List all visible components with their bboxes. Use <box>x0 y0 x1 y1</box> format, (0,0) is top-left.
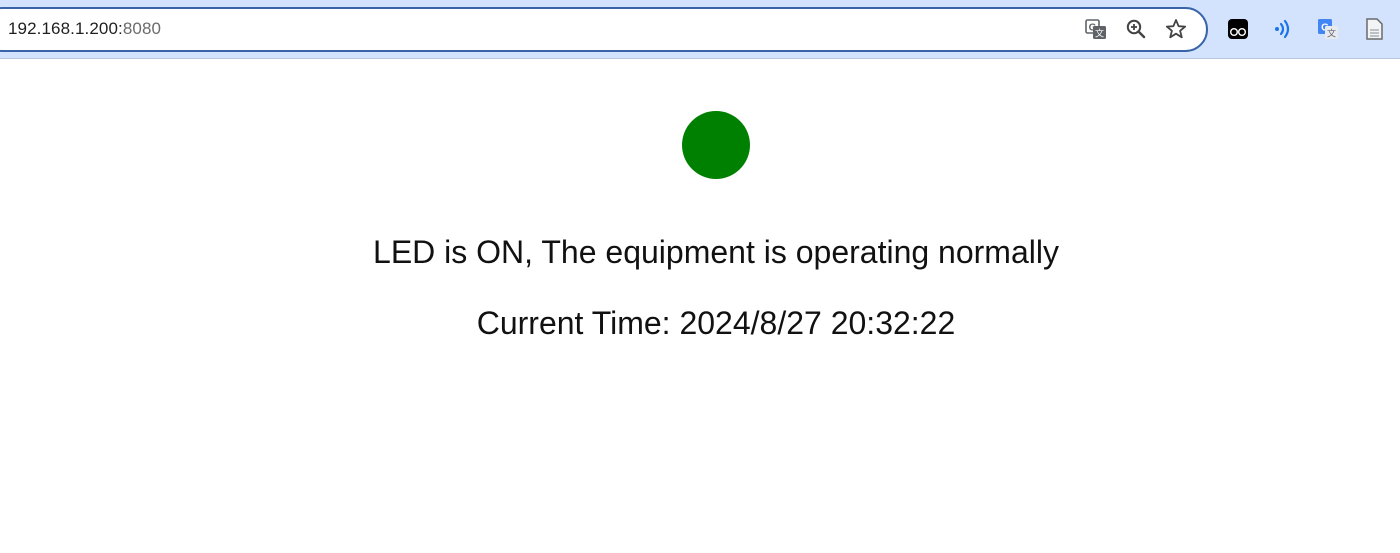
svg-text:文: 文 <box>1327 28 1336 39</box>
read-aloud-icon[interactable] <box>1271 17 1295 41</box>
svg-text:文: 文 <box>1095 28 1104 39</box>
bookmark-star-icon[interactable] <box>1164 17 1188 41</box>
address-url[interactable]: 192.168.1.200:8080 <box>8 19 161 39</box>
tampermonkey-icon[interactable] <box>1226 17 1250 41</box>
google-translate-icon[interactable]: G 文 <box>1316 17 1340 41</box>
current-time: Current Time: 2024/8/27 20:32:22 <box>476 305 956 341</box>
led-indicator <box>682 111 750 179</box>
status-message: LED is ON, The equipment is operating no… <box>373 234 1059 270</box>
address-host: 192.168.1.200: <box>8 19 123 38</box>
address-port: 8080 <box>122 19 162 38</box>
browser-toolbar: 192.168.1.200:8080 G 文 文 <box>0 0 1400 59</box>
translate-icon[interactable]: G 文 <box>1084 17 1108 41</box>
document-icon[interactable] <box>1362 17 1386 41</box>
address-bar[interactable] <box>0 7 1208 52</box>
page-content: LED is ON, The equipment is operating no… <box>0 60 1400 553</box>
zoom-icon[interactable] <box>1124 17 1148 41</box>
